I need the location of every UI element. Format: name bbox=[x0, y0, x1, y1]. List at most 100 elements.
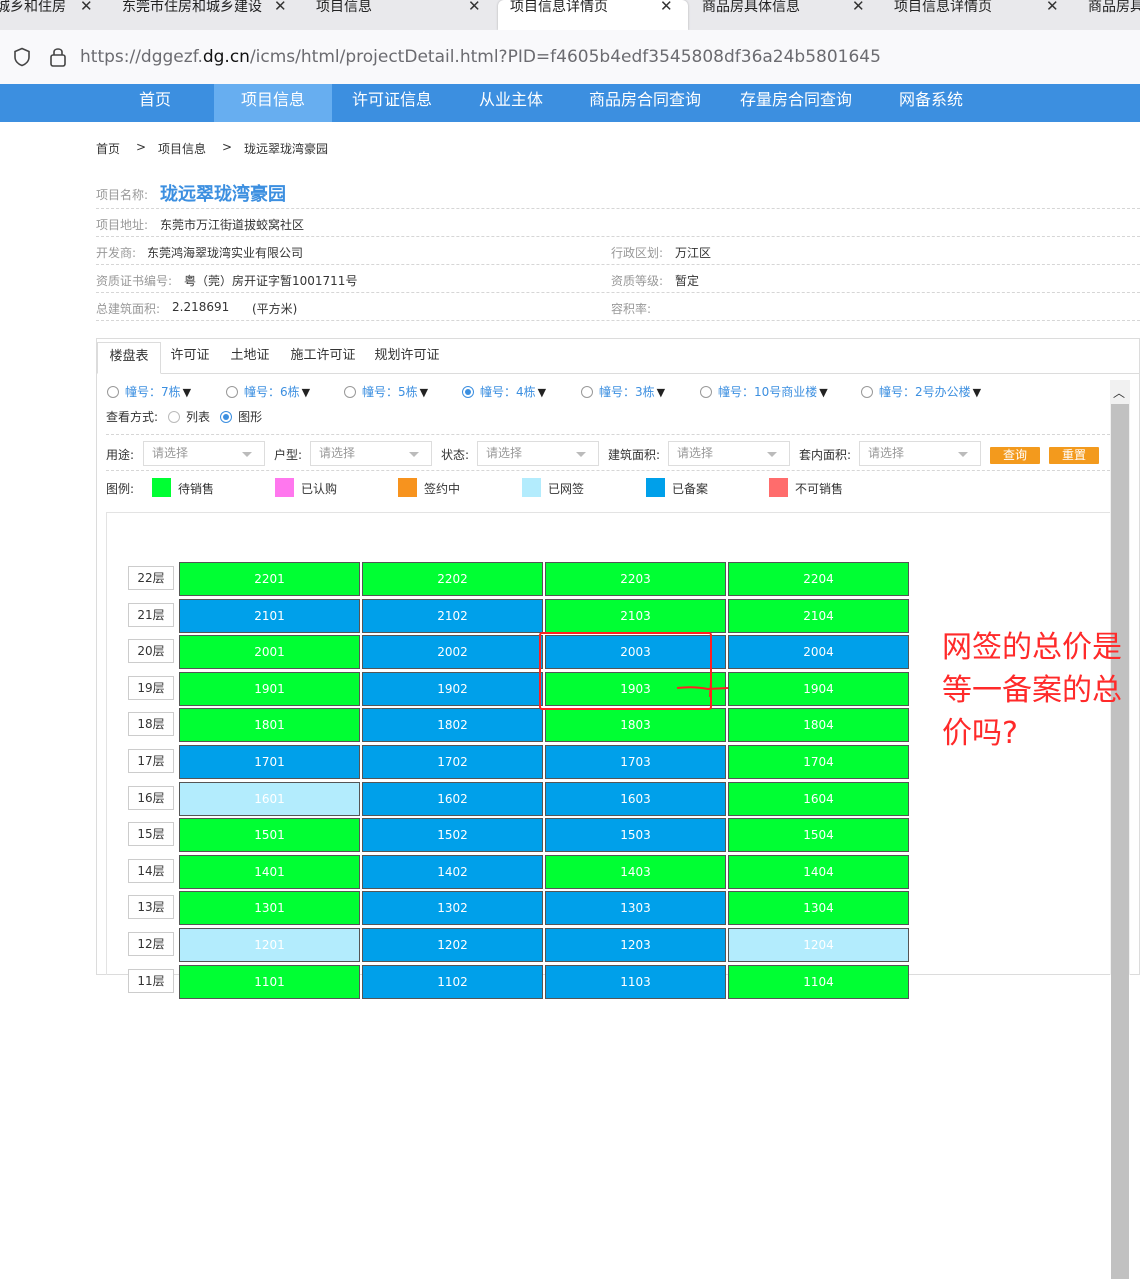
unit-cell-1103[interactable]: 1103 bbox=[545, 965, 726, 999]
browser-tab[interactable]: 商品房具体信息 ✕ bbox=[692, 0, 882, 30]
unit-cell-1403[interactable]: 1403 bbox=[545, 855, 726, 889]
filter-status-select[interactable]: 请选择 bbox=[477, 441, 599, 466]
address-bar[interactable]: https://dggezf.dg.cn/icms/html/projectDe… bbox=[0, 30, 1140, 84]
nav-item-new-contracts[interactable]: 商品房合同查询 bbox=[570, 84, 720, 122]
unit-cell-1204[interactable]: 1204 bbox=[728, 928, 909, 962]
browser-tab[interactable]: 城乡和住房 ✕ bbox=[0, 0, 104, 30]
unit-cell-1101[interactable]: 1101 bbox=[179, 965, 360, 999]
building-option[interactable]: 幢号：2号办公楼 ▼ bbox=[861, 383, 981, 400]
tab-permit[interactable]: 许可证 bbox=[161, 342, 219, 374]
unit-cell-1901[interactable]: 1901 bbox=[179, 672, 360, 706]
scrollbar-thumb[interactable] bbox=[1111, 404, 1129, 1279]
close-icon[interactable]: ✕ bbox=[80, 0, 93, 14]
building-option-selected[interactable]: 幢号：4栋 ▼ bbox=[462, 383, 546, 400]
nav-item-home[interactable]: 首页 bbox=[96, 84, 214, 122]
unit-cell-2204[interactable]: 2204 bbox=[728, 562, 909, 596]
unit-cell-2102[interactable]: 2102 bbox=[362, 599, 543, 633]
nav-item-entities[interactable]: 从业主体 bbox=[452, 84, 570, 122]
building-option[interactable]: 幢号：7栋 ▼ bbox=[107, 383, 191, 400]
breadcrumb-home[interactable]: 首页 bbox=[96, 140, 120, 157]
unit-cell-1201[interactable]: 1201 bbox=[179, 928, 360, 962]
browser-tab[interactable]: 项目信息 ✕ bbox=[306, 0, 496, 30]
radio-icon[interactable] bbox=[226, 386, 238, 398]
unit-cell-1803[interactable]: 1803 bbox=[545, 708, 726, 742]
unit-cell-2101[interactable]: 2101 bbox=[179, 599, 360, 633]
browser-tab[interactable]: 东莞市住房和城乡建设 ✕ bbox=[112, 0, 302, 30]
close-icon[interactable]: ✕ bbox=[660, 0, 673, 14]
breadcrumb-section[interactable]: 项目信息 bbox=[158, 140, 206, 157]
nav-item-filing-system[interactable]: 网备系统 bbox=[872, 84, 990, 122]
nav-item-permits[interactable]: 许可证信息 bbox=[332, 84, 452, 122]
view-graph-label[interactable]: 图形 bbox=[238, 410, 262, 424]
close-icon[interactable]: ✕ bbox=[1046, 0, 1059, 14]
close-icon[interactable]: ✕ bbox=[468, 0, 481, 14]
tab-land-cert[interactable]: 土地证 bbox=[221, 342, 279, 374]
lock-icon[interactable] bbox=[48, 45, 68, 69]
unit-cell-1402[interactable]: 1402 bbox=[362, 855, 543, 889]
close-icon[interactable]: ✕ bbox=[274, 0, 287, 14]
view-list-label[interactable]: 列表 bbox=[186, 410, 210, 424]
filter-layout-select[interactable]: 请选择 bbox=[310, 441, 432, 466]
close-icon[interactable]: ✕ bbox=[852, 0, 865, 14]
browser-tab[interactable]: 商品房具 bbox=[1076, 0, 1140, 30]
reset-button[interactable]: 重置 bbox=[1049, 447, 1099, 464]
radio-icon[interactable] bbox=[107, 386, 119, 398]
unit-cell-1604[interactable]: 1604 bbox=[728, 782, 909, 816]
unit-cell-1602[interactable]: 1602 bbox=[362, 782, 543, 816]
unit-cell-1802[interactable]: 1802 bbox=[362, 708, 543, 742]
building-option[interactable]: 幢号：3栋 ▼ bbox=[581, 383, 665, 400]
url-text[interactable]: https://dggezf.dg.cn/icms/html/projectDe… bbox=[80, 47, 881, 67]
tab-construction-permit[interactable]: 施工许可证 bbox=[284, 342, 362, 374]
unit-cell-2001[interactable]: 2001 bbox=[179, 635, 360, 669]
building-option[interactable]: 幢号：10号商业楼 ▼ bbox=[700, 383, 828, 400]
unit-cell-1404[interactable]: 1404 bbox=[728, 855, 909, 889]
unit-cell-1601[interactable]: 1601 bbox=[179, 782, 360, 816]
query-button[interactable]: 查询 bbox=[990, 447, 1040, 464]
filter-building-area-select[interactable]: 请选择 bbox=[668, 441, 790, 466]
unit-cell-1902[interactable]: 1902 bbox=[362, 672, 543, 706]
unit-cell-1801[interactable]: 1801 bbox=[179, 708, 360, 742]
unit-cell-1102[interactable]: 1102 bbox=[362, 965, 543, 999]
unit-cell-1304[interactable]: 1304 bbox=[728, 891, 909, 925]
unit-cell-1303[interactable]: 1303 bbox=[545, 891, 726, 925]
unit-cell-2203[interactable]: 2203 bbox=[545, 562, 726, 596]
radio-selected-icon[interactable] bbox=[220, 411, 233, 423]
filter-usage-select[interactable]: 请选择 bbox=[143, 441, 265, 466]
unit-cell-1301[interactable]: 1301 bbox=[179, 891, 360, 925]
building-option[interactable]: 幢号：5栋 ▼ bbox=[344, 383, 428, 400]
building-option[interactable]: 幢号：6栋 ▼ bbox=[226, 383, 310, 400]
nav-item-project-info[interactable]: 项目信息 bbox=[214, 84, 332, 122]
unit-cell-1104[interactable]: 1104 bbox=[728, 965, 909, 999]
radio-icon[interactable] bbox=[700, 386, 712, 398]
tab-planning-permit[interactable]: 规划许可证 bbox=[368, 342, 446, 374]
unit-cell-1702[interactable]: 1702 bbox=[362, 745, 543, 779]
chevron-up-icon[interactable]: ︿ bbox=[1113, 384, 1125, 401]
unit-cell-1703[interactable]: 1703 bbox=[545, 745, 726, 779]
unit-cell-1603[interactable]: 1603 bbox=[545, 782, 726, 816]
tab-floor-plan[interactable]: 楼盘表 bbox=[97, 342, 161, 374]
unit-cell-1401[interactable]: 1401 bbox=[179, 855, 360, 889]
unit-cell-2201[interactable]: 2201 bbox=[179, 562, 360, 596]
radio-selected-icon[interactable] bbox=[462, 386, 474, 398]
browser-tab[interactable]: 项目信息详情页 ✕ bbox=[884, 0, 1074, 30]
unit-cell-1501[interactable]: 1501 bbox=[179, 818, 360, 852]
unit-cell-2103[interactable]: 2103 bbox=[545, 599, 726, 633]
browser-tab-active[interactable]: 项目信息详情页 ✕ bbox=[498, 0, 688, 30]
shield-icon[interactable] bbox=[12, 47, 32, 67]
filter-inner-area-select[interactable]: 请选择 bbox=[859, 441, 981, 466]
unit-cell-2104[interactable]: 2104 bbox=[728, 599, 909, 633]
unit-cell-1202[interactable]: 1202 bbox=[362, 928, 543, 962]
unit-cell-2202[interactable]: 2202 bbox=[362, 562, 543, 596]
radio-icon[interactable] bbox=[581, 386, 593, 398]
unit-cell-1701[interactable]: 1701 bbox=[179, 745, 360, 779]
unit-cell-1504[interactable]: 1504 bbox=[728, 818, 909, 852]
radio-icon[interactable] bbox=[344, 386, 356, 398]
unit-cell-1804[interactable]: 1804 bbox=[728, 708, 909, 742]
radio-icon[interactable] bbox=[861, 386, 873, 398]
unit-cell-1302[interactable]: 1302 bbox=[362, 891, 543, 925]
unit-cell-1203[interactable]: 1203 bbox=[545, 928, 726, 962]
unit-cell-1704[interactable]: 1704 bbox=[728, 745, 909, 779]
unit-cell-2002[interactable]: 2002 bbox=[362, 635, 543, 669]
unit-cell-1502[interactable]: 1502 bbox=[362, 818, 543, 852]
unit-cell-2004[interactable]: 2004 bbox=[728, 635, 909, 669]
